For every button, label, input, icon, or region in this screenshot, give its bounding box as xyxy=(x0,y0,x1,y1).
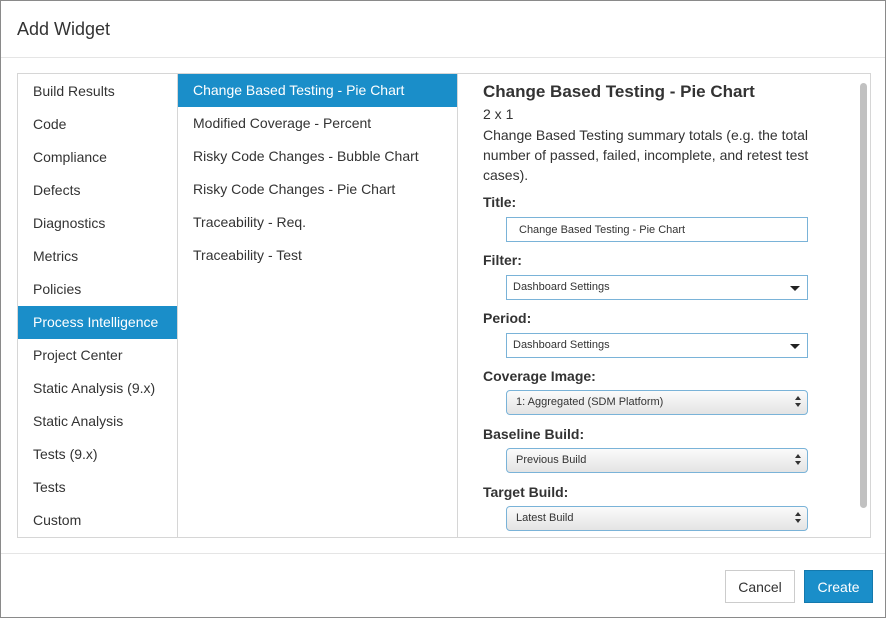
target-build-label: Target Build: xyxy=(483,484,569,500)
category-list: Build Results Code Compliance Defects Di… xyxy=(18,74,178,537)
category-item-tests[interactable]: Tests xyxy=(18,471,177,504)
chevron-down-icon xyxy=(790,286,800,291)
category-item-project-center[interactable]: Project Center xyxy=(18,339,177,372)
category-item-tests-9x[interactable]: Tests (9.x) xyxy=(18,438,177,471)
up-down-arrows-icon xyxy=(794,454,802,466)
up-down-arrows-icon xyxy=(794,396,802,408)
widget-item-risky-pie-chart[interactable]: Risky Code Changes - Pie Chart xyxy=(178,173,457,206)
widget-item-traceability-test[interactable]: Traceability - Test xyxy=(178,239,457,272)
filter-label: Filter: xyxy=(483,252,522,268)
dialog-footer: Cancel Create xyxy=(1,553,885,617)
period-select-value: Dashboard Settings xyxy=(513,339,610,351)
create-button[interactable]: Create xyxy=(804,570,873,603)
coverage-image-select[interactable]: 1: Aggregated (SDM Platform) xyxy=(506,390,808,415)
category-item-static-analysis-9x[interactable]: Static Analysis (9.x) xyxy=(18,372,177,405)
coverage-image-select-value: 1: Aggregated (SDM Platform) xyxy=(516,396,664,408)
widget-item-cbt-pie-chart[interactable]: Change Based Testing - Pie Chart xyxy=(178,74,457,107)
filter-select-value: Dashboard Settings xyxy=(513,281,610,293)
baseline-build-select-value: Previous Build xyxy=(516,454,587,466)
dialog-title: Add Widget xyxy=(17,19,111,39)
title-input[interactable] xyxy=(506,217,808,242)
details-heading: Change Based Testing - Pie Chart xyxy=(483,82,755,101)
title-label: Title: xyxy=(483,194,517,210)
details-size: 2 x 1 xyxy=(483,106,514,122)
up-down-arrows-icon xyxy=(794,512,802,524)
baseline-build-label: Baseline Build: xyxy=(483,426,585,442)
baseline-build-select[interactable]: Previous Build xyxy=(506,448,808,473)
dialog-header: Add Widget xyxy=(1,1,885,58)
widget-list: Change Based Testing - Pie Chart Modifie… xyxy=(178,74,458,537)
period-select[interactable]: Dashboard Settings xyxy=(506,333,808,358)
cancel-button[interactable]: Cancel xyxy=(725,570,795,603)
category-item-code[interactable]: Code xyxy=(18,108,177,141)
category-item-process-intelligence[interactable]: Process Intelligence xyxy=(18,306,177,339)
category-item-metrics[interactable]: Metrics xyxy=(18,240,177,273)
category-item-build-results[interactable]: Build Results xyxy=(18,75,177,108)
widget-item-modified-coverage[interactable]: Modified Coverage - Percent xyxy=(178,107,457,140)
category-item-diagnostics[interactable]: Diagnostics xyxy=(18,207,177,240)
category-item-defects[interactable]: Defects xyxy=(18,174,177,207)
filter-select[interactable]: Dashboard Settings xyxy=(506,275,808,300)
details-description: Change Based Testing summary totals (e.g… xyxy=(483,127,809,183)
category-item-compliance[interactable]: Compliance xyxy=(18,141,177,174)
details-scrollbar-thumb[interactable] xyxy=(860,83,867,508)
chevron-down-icon xyxy=(790,344,800,349)
widget-item-risky-bubble-chart[interactable]: Risky Code Changes - Bubble Chart xyxy=(178,140,457,173)
widget-details-panel: Change Based Testing - Pie Chart 2 x 1 C… xyxy=(458,74,870,537)
category-item-policies[interactable]: Policies xyxy=(18,273,177,306)
widget-item-traceability-req[interactable]: Traceability - Req. xyxy=(178,206,457,239)
period-label: Period: xyxy=(483,310,532,326)
target-build-select[interactable]: Latest Build xyxy=(506,506,808,531)
category-item-static-analysis[interactable]: Static Analysis xyxy=(18,405,177,438)
coverage-image-label: Coverage Image: xyxy=(483,368,596,384)
category-item-custom[interactable]: Custom xyxy=(18,504,177,537)
add-widget-dialog: Add Widget Build Results Code Compliance… xyxy=(0,0,886,618)
dialog-body: Build Results Code Compliance Defects Di… xyxy=(17,73,871,538)
target-build-select-value: Latest Build xyxy=(516,512,574,524)
details-scrollbar[interactable] xyxy=(858,77,868,533)
